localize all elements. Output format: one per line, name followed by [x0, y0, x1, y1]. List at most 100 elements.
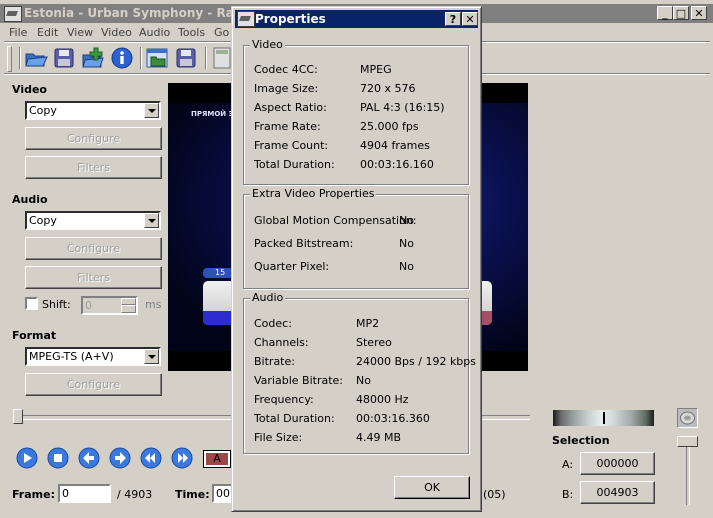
audio-prop-label: Channels:: [254, 336, 309, 349]
volume-button[interactable]: [677, 408, 698, 428]
time-label: Time:: [175, 488, 210, 501]
video-prop-value: 25.000 fps: [360, 120, 419, 133]
audio-prop-label: Variable Bitrate:: [254, 374, 343, 387]
shift-checkbox[interactable]: [25, 297, 38, 310]
audio-prop-value: Stereo: [356, 336, 392, 349]
dialog-app-icon: [237, 11, 255, 27]
video-group-title: Video: [250, 38, 285, 51]
speaker-icon: [680, 411, 695, 425]
spin-up-icon[interactable]: [121, 298, 136, 305]
audio-section-label: Audio: [12, 193, 48, 206]
save-as-icon[interactable]: [174, 47, 198, 69]
toolbar-separator: [205, 47, 207, 69]
open-folder-icon[interactable]: [145, 47, 169, 69]
extra-prop-value: No: [399, 260, 414, 273]
video-codec-value: Copy: [29, 104, 57, 117]
format-configure-button[interactable]: Configure: [25, 373, 162, 396]
video-prop-label: Frame Count:: [254, 139, 329, 152]
rewind-icon[interactable]: [140, 447, 162, 469]
audio-codec-select[interactable]: Copy: [25, 211, 161, 230]
seek-thumb[interactable]: [13, 409, 23, 424]
dialog-title: Properties: [255, 12, 326, 26]
video-prop-value: 720 x 576: [360, 82, 416, 95]
marker-a-button[interactable]: A: [203, 450, 231, 468]
frame-total: / 4903: [117, 488, 153, 501]
app-icon: [4, 6, 22, 22]
minimize-button[interactable]: _: [657, 6, 673, 20]
video-properties-group: Video Codec 4CC: MPEG Image Size: 720 x …: [243, 38, 469, 185]
video-prop-label: Image Size:: [254, 82, 319, 95]
stop-icon[interactable]: [47, 447, 69, 469]
audio-group-title: Audio: [250, 291, 286, 304]
video-filters-button[interactable]: Filters: [25, 156, 162, 179]
selection-a-label: A:: [562, 458, 574, 471]
ok-button[interactable]: OK: [394, 476, 470, 499]
format-section-label: Format: [12, 329, 57, 342]
preview-badge: 15: [203, 268, 233, 278]
jog-shuttle[interactable]: [553, 410, 654, 426]
audio-prop-label: Bitrate:: [254, 355, 295, 368]
next-frame-icon[interactable]: [109, 447, 131, 469]
dialog-titlebar[interactable]: Properties ? ✕: [235, 10, 478, 28]
chevron-down-icon[interactable]: [144, 349, 159, 364]
preview-overlay-text: ПРЯМОЙ Э: [191, 110, 234, 118]
toolbar-grip[interactable]: [7, 46, 12, 72]
open-icon[interactable]: [24, 47, 48, 69]
menu-audio[interactable]: Audio: [139, 26, 170, 39]
selection-b-label: B:: [562, 488, 574, 501]
extra-group-title: Extra Video Properties: [250, 187, 377, 200]
dialog-close-button[interactable]: ✕: [462, 12, 478, 26]
jog-indicator: [603, 412, 605, 424]
extra-prop-value: No: [399, 214, 414, 227]
append-icon[interactable]: [81, 47, 105, 69]
save-icon[interactable]: [52, 47, 76, 69]
volume-track[interactable]: [686, 447, 690, 505]
frame-input[interactable]: 0: [58, 484, 111, 503]
time-suffix: (05): [483, 488, 506, 501]
prev-frame-icon[interactable]: [78, 447, 100, 469]
selection-b-button[interactable]: 004903: [580, 481, 655, 504]
audio-prop-label: Codec:: [254, 317, 292, 330]
format-select[interactable]: MPEG-TS (A+V): [25, 347, 161, 366]
audio-properties-group: Audio Codec: MP2 Channels: Stereo Bitrat…: [243, 291, 476, 454]
format-value: MPEG-TS (A+V): [29, 350, 114, 363]
video-prop-value: 4904 frames: [360, 139, 430, 152]
marker-a-label: A: [206, 453, 228, 465]
menu-edit[interactable]: Edit: [37, 26, 58, 39]
selection-label: Selection: [552, 434, 610, 447]
menu-video[interactable]: Video: [101, 26, 132, 39]
menu-tools[interactable]: Tools: [178, 26, 205, 39]
audio-prop-value: MP2: [356, 317, 380, 330]
audio-prop-value: 00:03:16.360: [356, 412, 430, 425]
chevron-down-icon[interactable]: [144, 103, 159, 118]
close-button[interactable]: ✕: [691, 6, 707, 20]
extra-prop-label: Packed Bitstream:: [254, 237, 354, 250]
audio-prop-value: 48000 Hz: [356, 393, 409, 406]
shift-label: Shift:: [42, 298, 71, 311]
extra-video-properties-group: Extra Video Properties Global Motion Com…: [243, 187, 469, 289]
info-icon[interactable]: [110, 47, 134, 69]
audio-configure-button[interactable]: Configure: [25, 237, 162, 260]
menu-file[interactable]: File: [9, 26, 27, 39]
video-codec-select[interactable]: Copy: [25, 101, 161, 120]
shift-input[interactable]: 0: [81, 296, 138, 315]
play-icon[interactable]: [16, 447, 38, 469]
toolbar-separator: [140, 47, 142, 69]
audio-filters-button[interactable]: Filters: [25, 266, 162, 289]
menu-view[interactable]: View: [67, 26, 93, 39]
fast-forward-icon[interactable]: [171, 447, 193, 469]
maximize-button[interactable]: □: [673, 6, 689, 20]
frame-label: Frame:: [12, 488, 55, 501]
extra-prop-label: Global Motion Compensation:: [254, 214, 417, 227]
volume-thumb[interactable]: [677, 436, 698, 447]
chevron-down-icon[interactable]: [144, 213, 159, 228]
spin-down-icon[interactable]: [121, 305, 136, 313]
audio-prop-label: Total Duration:: [254, 412, 335, 425]
audio-prop-label: Frequency:: [254, 393, 314, 406]
selection-a-button[interactable]: 000000: [580, 452, 655, 475]
menu-go[interactable]: Go: [214, 26, 229, 39]
time-value: 00: [216, 487, 230, 500]
video-configure-button[interactable]: Configure: [25, 127, 162, 150]
shift-unit: ms: [145, 298, 162, 311]
help-button[interactable]: ?: [445, 12, 461, 26]
